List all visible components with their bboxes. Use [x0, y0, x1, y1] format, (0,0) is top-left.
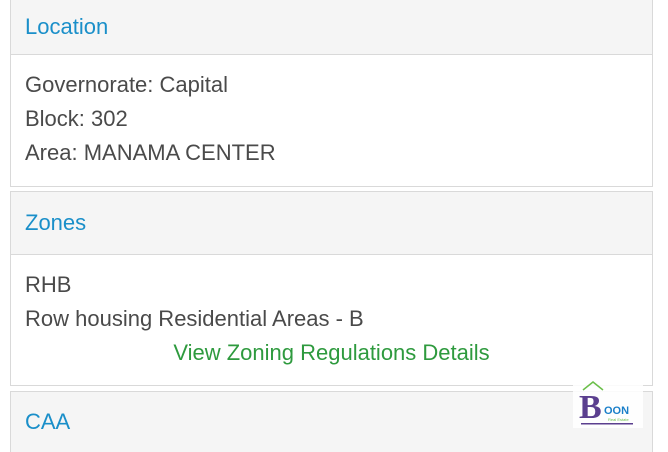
boon-real-estate-logo: B OON Real Estate — [573, 378, 643, 428]
caa-heading-label: CAA — [25, 409, 71, 434]
zone-description-text: Row housing Residential Areas - B — [25, 306, 364, 331]
caa-panel: CAA — [10, 391, 653, 452]
location-panel: Location Governorate: Capital Block: 302… — [10, 0, 653, 187]
logo-letter: B — [579, 389, 602, 426]
logo-tagline: Real Estate — [608, 417, 629, 422]
boon-logo-graphic: B OON Real Estate — [579, 381, 633, 426]
area-text: Area: MANAMA CENTER — [25, 140, 276, 165]
governorate-text: Governorate: Capital — [25, 72, 228, 97]
zone-code-text: RHB — [25, 272, 72, 297]
location-body: Governorate: Capital Block: 302 Area: MA… — [11, 55, 652, 170]
view-zoning-regulations-link[interactable]: View Zoning Regulations Details — [25, 336, 652, 370]
location-heading: Location — [11, 0, 652, 55]
zones-body: RHB Row housing Residential Areas - B Vi… — [11, 255, 652, 370]
logo-underline — [581, 423, 633, 425]
block-text: Block: 302 — [25, 106, 128, 131]
logo-text: OON — [604, 405, 629, 417]
caa-heading: CAA — [11, 392, 652, 452]
zones-heading-label: Zones — [25, 210, 87, 235]
zones-heading: Zones — [11, 192, 652, 255]
location-heading-label: Location — [25, 13, 109, 39]
property-details-page: Location Governorate: Capital Block: 302… — [0, 0, 668, 452]
zones-panel: Zones RHB Row housing Residential Areas … — [10, 191, 653, 386]
